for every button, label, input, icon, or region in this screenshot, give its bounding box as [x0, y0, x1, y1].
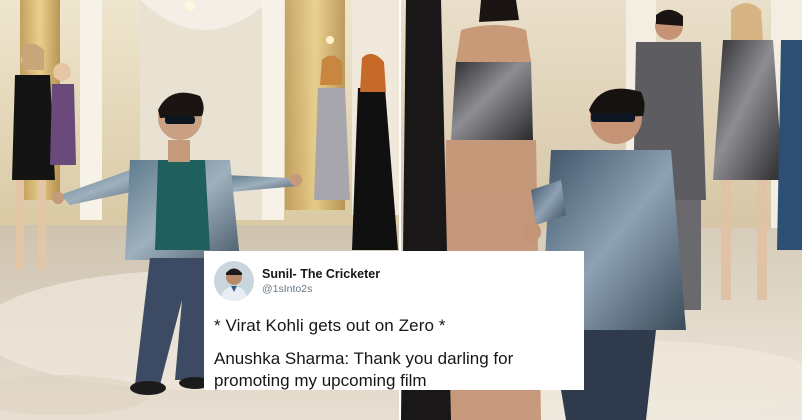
avatar-icon [214, 261, 254, 301]
tweet-header: Sunil- The Cricketer @1sInto2s [214, 261, 574, 301]
tweet-display-name: Sunil- The Cricketer [262, 266, 381, 281]
tweet-text-line-3: promoting my upcoming film [214, 371, 427, 390]
tweet-author: Sunil- The Cricketer @1sInto2s [262, 266, 381, 295]
tweet-card: Sunil- The Cricketer @1sInto2s * Virat K… [204, 251, 584, 390]
tweet-text-body: Anushka Sharma: Thank you darling for pr… [214, 348, 574, 392]
meme-image: Sunil- The Cricketer @1sInto2s * Virat K… [0, 0, 802, 420]
tweet-text-line-2: Anushka Sharma: Thank you darling for [214, 349, 514, 368]
tweet-handle: @1sInto2s [262, 283, 313, 295]
tweet-text-line-1: * Virat Kohli gets out on Zero * [214, 316, 446, 335]
avatar [214, 261, 254, 301]
